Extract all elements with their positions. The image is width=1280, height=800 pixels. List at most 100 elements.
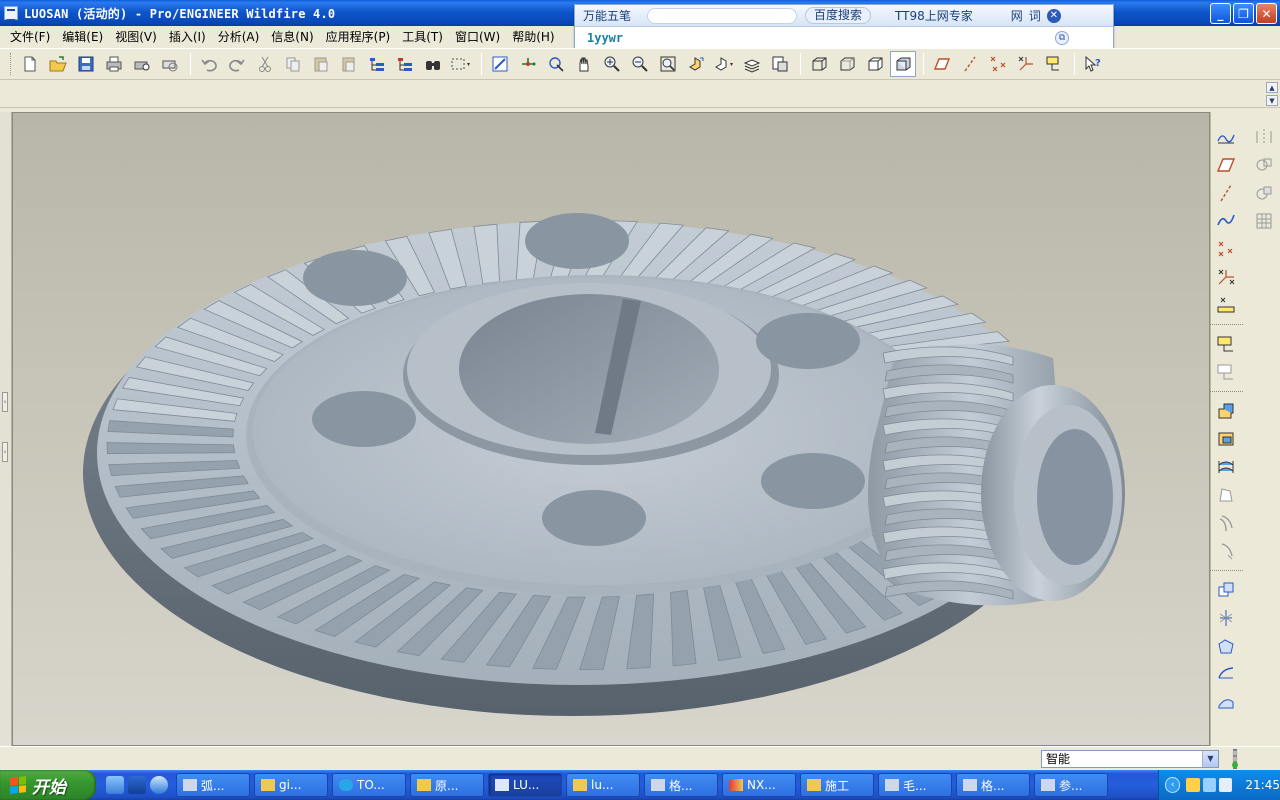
datum-axes-icon[interactable]: [957, 51, 983, 77]
taskbar-item[interactable]: NX...: [722, 773, 796, 797]
copy-icon[interactable]: [280, 51, 306, 77]
regenerate-manager-icon[interactable]: [392, 51, 418, 77]
ime-web-button[interactable]: 网: [1011, 7, 1023, 24]
taskbar-item[interactable]: 原...: [410, 773, 484, 797]
csys-icon[interactable]: [1213, 264, 1239, 290]
scroll-down-icon[interactable]: ▼: [1266, 95, 1278, 106]
proe-app-icon[interactable]: [4, 6, 18, 21]
trim-icon[interactable]: [1251, 180, 1277, 206]
annotation-note-icon[interactable]: [1213, 359, 1239, 385]
datum-curve-icon[interactable]: [1213, 208, 1239, 234]
new-file-icon[interactable]: [17, 51, 43, 77]
taskbar-item[interactable]: lu...: [566, 773, 640, 797]
graphics-window[interactable]: [12, 112, 1210, 746]
taskbar-item-active[interactable]: LU...: [488, 773, 562, 797]
wireframe-icon[interactable]: [806, 51, 832, 77]
taskbar-item[interactable]: 弧...: [176, 773, 250, 797]
print-icon[interactable]: [101, 51, 127, 77]
coord-systems-icon[interactable]: [1013, 51, 1039, 77]
qq-icon[interactable]: [1186, 778, 1200, 792]
annotations-icon[interactable]: [1041, 51, 1067, 77]
navigator-tab-icon[interactable]: ›: [2, 392, 8, 412]
rib-icon[interactable]: [1213, 633, 1239, 659]
analysis-feature-icon[interactable]: [1213, 292, 1239, 318]
shading-icon[interactable]: [890, 51, 916, 77]
ime-word-button[interactable]: 词: [1029, 7, 1041, 24]
spin-center-icon[interactable]: [515, 51, 541, 77]
taskbar-item[interactable]: 格...: [644, 773, 718, 797]
undo-icon[interactable]: [196, 51, 222, 77]
boundary-blend-icon[interactable]: [1213, 661, 1239, 687]
scroll-up-icon[interactable]: ▲: [1266, 82, 1278, 93]
ime-name[interactable]: 万能五笔: [575, 7, 639, 24]
pan-hand-icon[interactable]: [571, 51, 597, 77]
open-folder-icon[interactable]: [45, 51, 71, 77]
menu-help[interactable]: 帮助(H): [506, 28, 560, 45]
menu-info[interactable]: 信息(N): [265, 28, 319, 45]
paste-icon[interactable]: [308, 51, 334, 77]
datum-planes-icon[interactable]: [929, 51, 955, 77]
revolve-icon[interactable]: [1213, 426, 1239, 452]
view-manager-icon[interactable]: [767, 51, 793, 77]
extrude-icon[interactable]: [1213, 398, 1239, 424]
context-help-icon[interactable]: ?: [1080, 51, 1106, 77]
menu-tools[interactable]: 工具(T): [396, 28, 449, 45]
sketched-curve-icon[interactable]: [1213, 124, 1239, 150]
menu-window[interactable]: 窗口(W): [449, 28, 506, 45]
ime-tt98-button[interactable]: TT98上网专家: [887, 7, 981, 24]
close-button[interactable]: ✕: [1256, 3, 1277, 24]
menu-analysis[interactable]: 分析(A): [212, 28, 266, 45]
orient-mode-icon[interactable]: [543, 51, 569, 77]
ime-settings-icon[interactable]: ⧉: [1055, 31, 1069, 45]
show-hidden-icons-icon[interactable]: ‹: [1165, 777, 1181, 793]
select-box-icon[interactable]: [448, 51, 474, 77]
save-icon[interactable]: [73, 51, 99, 77]
saved-views-icon[interactable]: [711, 51, 737, 77]
menu-insert[interactable]: 插入(I): [163, 28, 212, 45]
ime-close-icon[interactable]: ✕: [1046, 8, 1061, 23]
start-button[interactable]: 开始: [0, 770, 96, 800]
hidden-line-icon[interactable]: [834, 51, 860, 77]
shell-icon[interactable]: [1213, 577, 1239, 603]
chevron-down-icon[interactable]: ▼: [1202, 751, 1218, 767]
menu-edit[interactable]: 编辑(E): [56, 28, 109, 45]
quick-launch-app-icon[interactable]: [106, 776, 124, 794]
regenerate-icon[interactable]: [364, 51, 390, 77]
print-preview-icon[interactable]: [129, 51, 155, 77]
taskbar-item[interactable]: gi...: [254, 773, 328, 797]
mirror-icon[interactable]: [1251, 124, 1277, 150]
draft-icon[interactable]: [1213, 605, 1239, 631]
ime-toolbar[interactable]: 万能五笔 百度搜索 TT98上网专家 网 词 ✕ 1yywr ⧉: [574, 4, 1114, 50]
quick-launch-app-icon[interactable]: [128, 776, 146, 794]
layers-icon[interactable]: [739, 51, 765, 77]
maximize-button[interactable]: ❐: [1233, 3, 1254, 24]
network-icon[interactable]: [1202, 778, 1217, 792]
refit-icon[interactable]: [655, 51, 681, 77]
hole-icon[interactable]: [1213, 510, 1239, 536]
taskbar-item[interactable]: 毛...: [878, 773, 952, 797]
paste-special-icon[interactable]: [336, 51, 362, 77]
taskbar-item[interactable]: 格...: [956, 773, 1030, 797]
redo-icon[interactable]: [224, 51, 250, 77]
clock[interactable]: 21:45: [1245, 778, 1280, 792]
quick-launch-browser-icon[interactable]: [150, 776, 168, 794]
datum-point-icon[interactable]: [1213, 236, 1239, 262]
selection-filter-select[interactable]: 智能 ▼: [1041, 750, 1219, 768]
menu-file[interactable]: 文件(F): [4, 28, 56, 45]
email-icon[interactable]: [157, 51, 183, 77]
zoom-out-icon[interactable]: [627, 51, 653, 77]
variable-sweep-icon[interactable]: [1213, 454, 1239, 480]
datum-axis-icon[interactable]: [1213, 180, 1239, 206]
taskbar-item[interactable]: 参...: [1034, 773, 1108, 797]
no-hidden-icon[interactable]: [862, 51, 888, 77]
pattern-icon[interactable]: [1251, 208, 1277, 234]
minimize-button[interactable]: _: [1210, 3, 1231, 24]
repaint-icon[interactable]: [487, 51, 513, 77]
find-icon[interactable]: [420, 51, 446, 77]
volume-icon[interactable]: [1219, 778, 1233, 792]
datum-plane-icon[interactable]: [1213, 152, 1239, 178]
round-icon[interactable]: [1213, 538, 1239, 564]
taskbar-item[interactable]: TO...: [332, 773, 406, 797]
cut-icon[interactable]: [252, 51, 278, 77]
datum-points-icon[interactable]: [985, 51, 1011, 77]
